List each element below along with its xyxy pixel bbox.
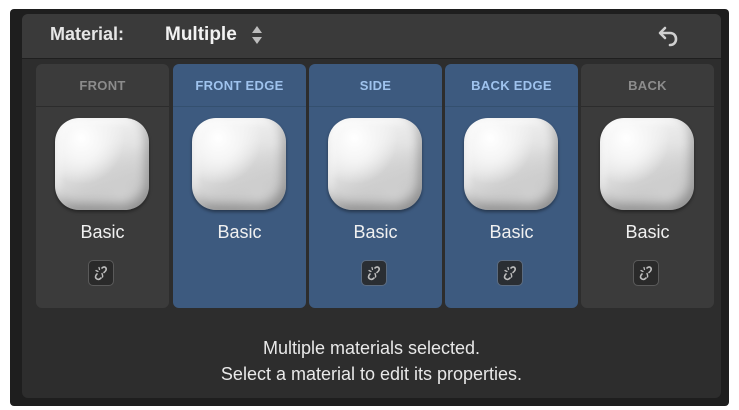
slot-material-name: Basic xyxy=(625,222,670,242)
broken-link-icon xyxy=(639,266,653,281)
slot-front-edge[interactable]: FRONT EDGE Basic xyxy=(173,64,306,308)
slot-material-name: Basic xyxy=(489,222,534,242)
slot-title: FRONT EDGE xyxy=(173,64,306,107)
material-panel: Material: Multiple FRONT Basic FRONT EDG… xyxy=(22,14,721,398)
material-swatch xyxy=(600,118,694,210)
link-button[interactable] xyxy=(497,260,523,286)
material-label: Material: xyxy=(50,24,125,44)
undo-arrow-icon xyxy=(658,26,678,47)
up-down-arrows-icon xyxy=(251,24,263,46)
status-message-line2: Select a material to edit its properties… xyxy=(220,364,523,384)
status-message-line1: Multiple materials selected. xyxy=(262,338,481,358)
material-header: Material: Multiple xyxy=(22,14,721,59)
slot-back[interactable]: BACK Basic xyxy=(581,64,714,308)
link-button[interactable] xyxy=(633,260,659,286)
slot-title: BACK xyxy=(581,64,714,107)
material-swatch xyxy=(192,118,286,210)
material-swatch xyxy=(328,118,422,210)
slot-title: SIDE xyxy=(309,64,442,107)
broken-link-icon xyxy=(94,266,108,281)
broken-link-icon xyxy=(503,266,517,281)
slot-material-name: Basic xyxy=(353,222,398,242)
material-slots: FRONT Basic FRONT EDGE Basic SIDE Basic xyxy=(36,64,722,308)
slot-title: FRONT xyxy=(36,64,169,107)
revert-button[interactable] xyxy=(657,24,681,48)
slot-title: BACK EDGE xyxy=(445,64,578,107)
slot-side[interactable]: SIDE Basic xyxy=(309,64,442,308)
slot-back-edge[interactable]: BACK EDGE Basic xyxy=(445,64,578,308)
broken-link-icon xyxy=(367,266,381,281)
material-popup[interactable]: Multiple xyxy=(165,22,263,48)
link-button[interactable] xyxy=(361,260,387,286)
slot-front[interactable]: FRONT Basic xyxy=(36,64,169,308)
link-button[interactable] xyxy=(88,260,114,286)
slot-material-name: Basic xyxy=(80,222,125,242)
material-value: Multiple xyxy=(165,24,237,45)
slot-material-name: Basic xyxy=(217,222,262,242)
material-swatch xyxy=(464,118,558,210)
material-swatch xyxy=(55,118,149,210)
